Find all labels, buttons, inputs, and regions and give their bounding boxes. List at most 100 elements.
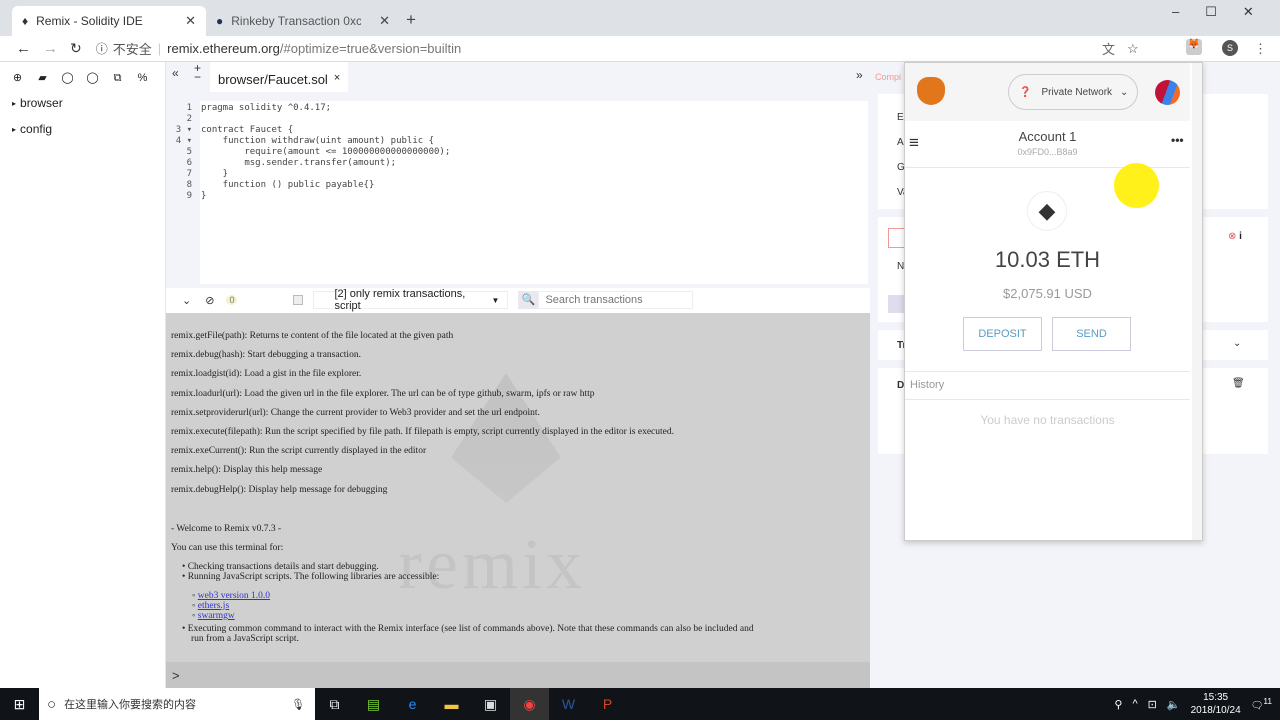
filter-value: [2] only remix transactions, script <box>334 288 466 312</box>
windows-taskbar: ⊞ ○ 在这里输入你要搜索的内容 🎙 ⧉ ▤ e ▬ ▣ ◉ W P ⚲ ^ ⊡ 🔈 15… <box>0 688 1280 720</box>
github-gist-icon[interactable]: ◯ <box>80 71 105 84</box>
terminal-line: remix.help(): Display this help message <box>171 465 323 476</box>
new-tab-button[interactable]: + <box>406 10 416 30</box>
file-tab[interactable]: browser/Faucet.sol × <box>210 62 349 92</box>
copy-icon[interactable]: ⧉ <box>105 72 130 85</box>
tab-remix[interactable]: ♦ Remix - Solidity IDE ✕ <box>12 6 206 36</box>
transaction-filter-select[interactable]: [2] only remix transactions, script ▼ <box>313 288 509 312</box>
back-icon[interactable]: ← <box>16 40 31 57</box>
people-icon[interactable]: ⚲ <box>1114 698 1122 711</box>
metamask-header: ❓ Private Network ⌄ <box>905 63 1190 121</box>
compile-tab[interactable]: Compi <box>875 72 901 82</box>
url-host: remix.ethereum.org <box>167 41 280 56</box>
window-controls[interactable]: –☐✕ <box>1172 4 1280 20</box>
link-icon[interactable]: % <box>130 72 155 84</box>
network-icon[interactable]: ⊡ <box>1148 698 1157 711</box>
terminal-input[interactable]: > <box>166 662 870 688</box>
tab-title: Remix - Solidity IDE <box>36 14 143 28</box>
deposit-button[interactable]: DEPOSIT <box>963 317 1042 351</box>
library-link-web3[interactable]: web3 version 1.0.0 <box>198 591 270 601</box>
line-number: 7 <box>186 169 192 179</box>
terminal-toolbar: ⌄ ⊘ 0 [2] only remix transactions, scrip… <box>166 288 870 312</box>
search-transactions-input[interactable] <box>538 291 694 309</box>
tree-item-browser[interactable]: ▸ browser <box>12 90 165 116</box>
word-icon[interactable]: W <box>549 688 588 720</box>
zoom-font-icon[interactable]: + − <box>194 62 201 83</box>
code-line: pragma solidity ^0.4.17; <box>201 103 332 113</box>
welcome-text: - Welcome to Remix v0.7.3 - <box>171 524 282 534</box>
clock[interactable]: 15:35 2018/10/24 <box>1191 691 1241 717</box>
code-line: } <box>201 169 229 179</box>
volume-icon[interactable]: 🔈 <box>1167 698 1181 711</box>
bookmark-star-icon[interactable]: ☆ <box>1127 41 1139 57</box>
close-tab-icon[interactable]: ✕ <box>185 13 196 29</box>
collapse-right-icon[interactable]: » <box>856 68 863 82</box>
forward-icon[interactable]: → <box>43 40 58 57</box>
library-link-ethers[interactable]: ethers.js <box>198 601 229 611</box>
cortana-icon: ○ <box>47 695 57 713</box>
new-file-icon[interactable]: ⊕ <box>5 71 30 84</box>
file-tab-label: browser/Faucet.sol <box>218 72 328 87</box>
trash-icon[interactable]: 🗑 <box>1232 378 1245 389</box>
clock-time: 15:35 <box>1203 692 1229 703</box>
notepad-app-icon[interactable]: ▤ <box>354 688 393 720</box>
code-line: function withdraw(uint amount) public { <box>201 136 434 146</box>
history-heading: History <box>910 379 945 391</box>
error-icon: ⊗ i <box>1228 231 1242 242</box>
listen-network-checkbox[interactable] <box>293 295 304 305</box>
code-editor[interactable]: 1 pragma solidity ^0.4.17; 2 3 ▾ contract Fa… <box>176 101 868 284</box>
security-label[interactable]: 不安全 <box>113 39 152 58</box>
terminal-line: remix.loadurl(url): Load the given url i… <box>171 388 595 399</box>
line-number: 9 <box>186 191 192 201</box>
tree-item-config[interactable]: ▸ config <box>12 116 165 142</box>
github-icon[interactable]: ◯ <box>55 71 80 84</box>
terminal-line: remix.debugHelp(): Display help message … <box>171 484 388 495</box>
metamask-extension-icon[interactable]: 🦊 <box>1186 39 1202 55</box>
network-selector[interactable]: ❓ Private Network ⌄ <box>1008 74 1138 110</box>
tab-rinkeby[interactable]: ● Rinkeby Transaction 0xcc81cf ✕ <box>206 6 400 36</box>
system-tray: ⚲ ^ ⊡ 🔈 15:35 2018/10/24 🗨11 <box>1114 691 1280 717</box>
terminal-intro: You can use this terminal for: <box>171 543 284 553</box>
notification-center-icon[interactable]: 🗨11 <box>1251 696 1272 711</box>
info-icon[interactable]: ⓘ <box>96 40 108 57</box>
powerpoint-icon[interactable]: P <box>588 688 627 720</box>
taskbar-search-box[interactable]: ○ 在这里输入你要搜索的内容 🎙 <box>39 688 315 720</box>
popup-scrollbar[interactable] <box>1192 63 1202 540</box>
file-toolbar: ⊕ ▰ ◯ ◯ ⧉% <box>5 70 165 90</box>
library-link-swarmgw[interactable]: swarmgw <box>198 611 235 621</box>
pending-tx-count: 0 <box>226 295 238 305</box>
bullet-text: run from a JavaScript script. <box>191 634 299 644</box>
line-number: 2 <box>186 114 192 124</box>
account-name[interactable]: Account 1 <box>905 129 1190 144</box>
clear-console-icon[interactable]: ⊘ <box>205 294 214 307</box>
account-address[interactable]: 0x9FD0...B8a9 <box>905 147 1190 157</box>
minimize-terminal-icon[interactable]: ⌄ <box>182 294 191 307</box>
menu-icon[interactable]: ⋮ <box>1254 41 1267 57</box>
edge-icon[interactable]: e <box>393 688 432 720</box>
metamask-fox-logo <box>917 77 945 105</box>
chevron-down-icon[interactable]: ⌄ <box>1233 338 1241 349</box>
metamask-popup: ❓ Private Network ⌄ ≡ Account 1 0x9FD0...B… <box>904 62 1203 541</box>
translate-icon[interactable]: 文 <box>1102 39 1115 58</box>
send-button[interactable]: SEND <box>1052 317 1131 351</box>
show-hidden-icons[interactable]: ^ <box>1132 698 1137 710</box>
profile-avatar[interactable]: S <box>1222 40 1238 56</box>
close-file-icon[interactable]: × <box>334 72 340 84</box>
app-icon[interactable]: ▣ <box>471 688 510 720</box>
terminal-line: remix.debug(hash): Start debugging a tra… <box>171 350 361 361</box>
account-identicon[interactable] <box>1155 80 1180 105</box>
collapse-left-icon[interactable]: « <box>172 66 179 80</box>
more-options-icon[interactable]: ••• <box>1171 133 1184 147</box>
close-tab-icon[interactable]: ✕ <box>379 13 390 29</box>
start-button[interactable]: ⊞ <box>0 688 39 720</box>
line-number: 5 <box>186 147 192 157</box>
chrome-icon[interactable]: ◉ <box>510 688 549 720</box>
open-folder-icon[interactable]: ▰ <box>30 71 55 84</box>
file-explorer-icon[interactable]: ▬ <box>432 688 471 720</box>
bullet-text: Checking transactions details and start … <box>187 562 379 572</box>
address-bar: ← → ↻ ⓘ 不安全 | remix.ethereum.org/#optimi… <box>0 36 1280 62</box>
reload-icon[interactable]: ↻ <box>70 40 82 57</box>
task-view-icon[interactable]: ⧉ <box>315 688 354 720</box>
search-placeholder: 在这里输入你要搜索的内容 <box>64 699 197 711</box>
url-input[interactable]: remix.ethereum.org/#optimize=true&versio… <box>167 41 461 56</box>
